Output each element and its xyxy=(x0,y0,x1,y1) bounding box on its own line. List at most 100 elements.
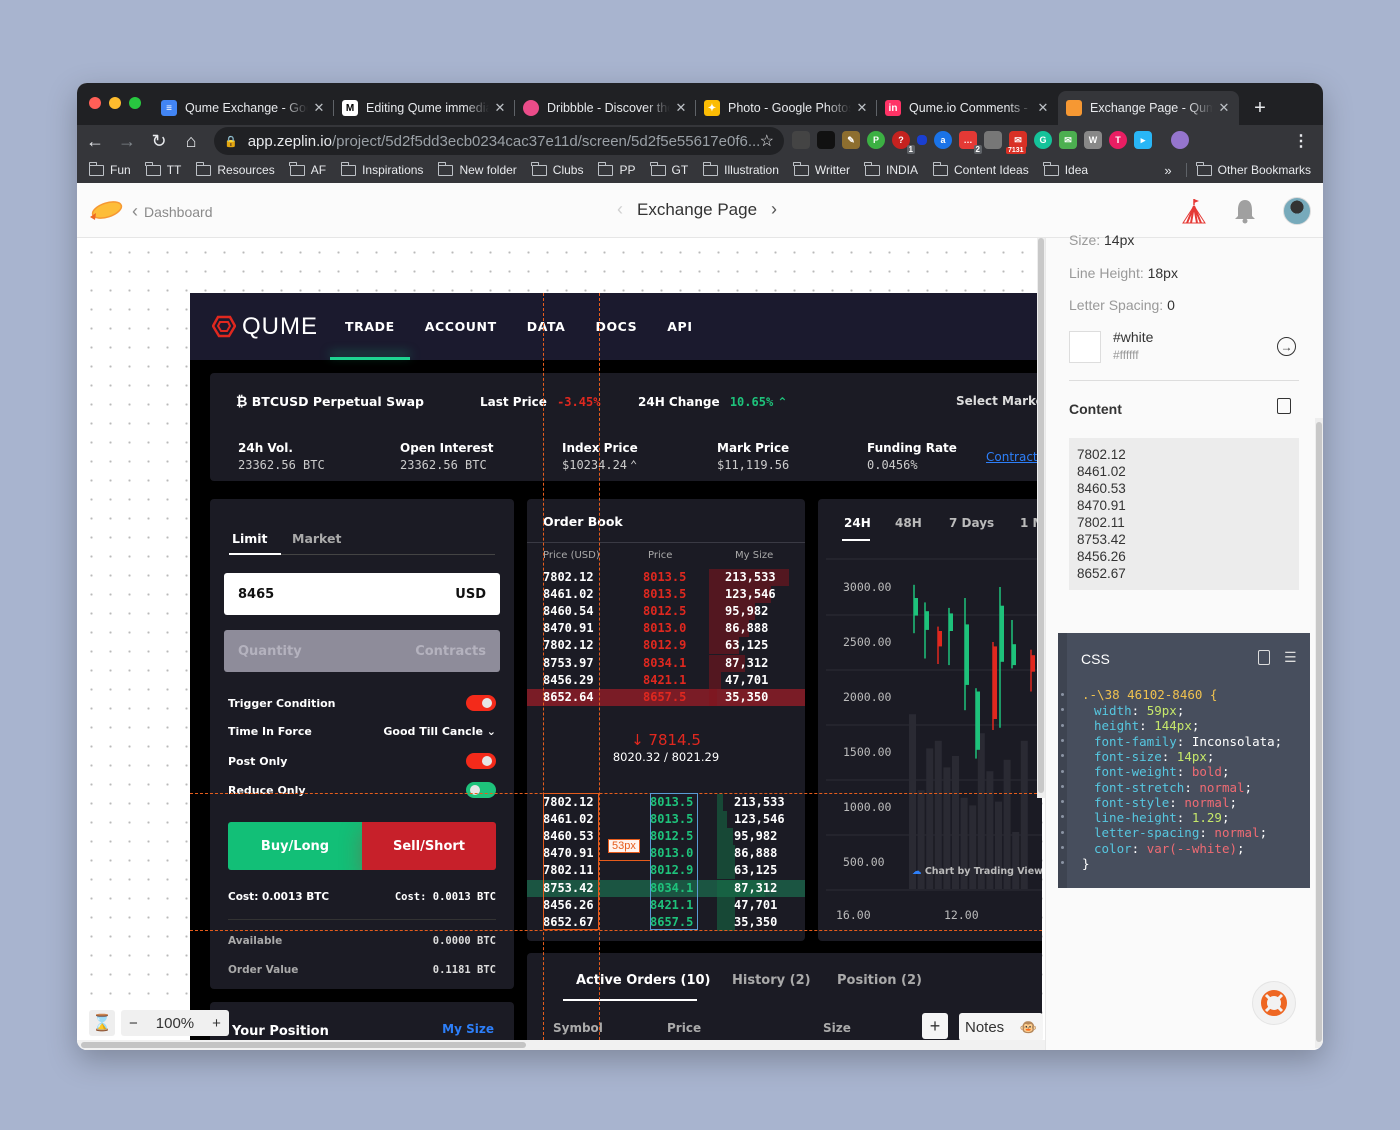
bookmark-folder[interactable]: INDIA xyxy=(864,161,918,177)
previous-screen-icon[interactable]: ‹ xyxy=(617,199,623,220)
bookmark-folder[interactable]: Idea xyxy=(1043,161,1088,177)
close-tab-icon[interactable]: ✕ xyxy=(1217,100,1231,116)
new-tab-button[interactable]: + xyxy=(1245,91,1275,125)
nav-item-data[interactable]: DATA xyxy=(512,293,581,360)
orders-tab-2[interactable]: Position (2) xyxy=(837,973,922,988)
next-screen-icon[interactable]: › xyxy=(771,199,777,220)
price-input[interactable]: 8465 USD xyxy=(224,573,500,615)
bookmark-folder[interactable]: Content Ideas xyxy=(932,161,1029,177)
quantity-input[interactable]: Quantity Contracts xyxy=(224,630,500,672)
extension-icon[interactable]: … 2 xyxy=(959,131,982,154)
mail-extension-icon[interactable]: ✉ 7131 xyxy=(1006,131,1027,154)
order-book-row[interactable]: 8460.54 8012.5 95,982 xyxy=(527,603,805,621)
nav-item-account[interactable]: ACCOUNT xyxy=(410,293,512,360)
tab-limit[interactable]: Limit xyxy=(232,531,268,546)
order-book-row[interactable]: 8456.29 8421.1 47,701 xyxy=(527,671,805,689)
close-tab-icon[interactable]: ✕ xyxy=(855,100,869,116)
grammarly-icon[interactable]: G xyxy=(1034,131,1052,149)
extension-icon[interactable]: ✎ xyxy=(842,131,860,149)
bell-icon[interactable] xyxy=(1233,198,1257,224)
extension-icon[interactable]: ? 1 xyxy=(892,131,915,154)
contract-info-link[interactable]: Contract Info xyxy=(986,450,1042,464)
extension-icon[interactable]: W xyxy=(1084,131,1102,149)
browser-tab[interactable]: Dribbble - Discover the ✕ xyxy=(515,91,696,125)
extension-icon[interactable]: a xyxy=(934,131,952,149)
orders-tab-0[interactable]: Active Orders (10) xyxy=(576,973,711,988)
notes-button[interactable]: Notes 🐵 xyxy=(959,1013,1043,1041)
nav-item-api[interactable]: API xyxy=(652,293,707,360)
browser-menu-icon[interactable]: ⋮ xyxy=(1293,131,1309,151)
extension-icon[interactable] xyxy=(792,131,810,149)
close-tab-icon[interactable]: ✕ xyxy=(493,100,507,116)
browser-tab[interactable]: ✦ Photo - Google Photos ✕ xyxy=(696,91,877,125)
buy-long-button[interactable]: Buy/Long xyxy=(228,822,362,870)
browser-tab[interactable]: ≡ Qume Exchange - Google Docs ✕ xyxy=(153,91,334,125)
nav-item-docs[interactable]: DOCS xyxy=(580,293,652,360)
bookmark-star-icon[interactable]: ☆ xyxy=(760,131,774,151)
extension-icon[interactable] xyxy=(817,131,835,149)
extension-icon[interactable] xyxy=(917,135,927,145)
bookmark-folder[interactable]: Clubs xyxy=(531,161,583,177)
bookmark-folder[interactable]: PP xyxy=(597,161,636,177)
content-box[interactable]: 7802.12 8461.02 8460.53 8470.91 7802.11 8753.… xyxy=(1069,438,1299,590)
css-settings-icon[interactable]: ☰ xyxy=(1284,650,1297,666)
bookmark-folder[interactable]: Inspirations xyxy=(340,161,423,177)
order-book-row[interactable]: 8470.91 8013.0 86,888 xyxy=(527,620,805,638)
address-bar[interactable]: 🔒 app.zeplin.io/project/5d2f5dd3ecb0234c… xyxy=(214,127,784,155)
order-book-row[interactable]: 7802.12 8013.5 213,533 xyxy=(527,569,805,586)
bookmark-folder[interactable]: TT xyxy=(145,161,181,177)
bookmark-folder[interactable]: New folder xyxy=(437,161,517,177)
sell-short-button[interactable]: Sell/Short xyxy=(362,822,496,870)
add-note-button[interactable]: + xyxy=(922,1013,948,1039)
extension-icon[interactable] xyxy=(984,131,1002,149)
reload-button[interactable]: ↻ xyxy=(145,127,173,155)
circus-tent-icon[interactable] xyxy=(1181,197,1207,225)
zeplin-logo[interactable] xyxy=(87,195,123,225)
more-bookmarks-button[interactable]: » xyxy=(1164,163,1171,178)
bookmark-folder[interactable]: AF xyxy=(289,161,326,177)
bookmark-folder[interactable]: Illustration xyxy=(702,161,779,177)
extension-icon[interactable]: T xyxy=(1109,131,1127,149)
home-button[interactable]: ⌂ xyxy=(177,127,205,155)
order-book-row[interactable]: 7802.12 8012.9 63,125 xyxy=(527,637,805,655)
copy-content-icon[interactable] xyxy=(1277,398,1291,414)
browser-tab[interactable]: M Editing Qume immediately ✕ xyxy=(334,91,515,125)
profile-avatar[interactable] xyxy=(1171,131,1189,149)
order-book-row[interactable]: 8753.97 8034.1 87,312 xyxy=(527,654,805,672)
horizontal-scrollbar[interactable] xyxy=(77,1040,1045,1050)
canvas-vertical-scrollbar[interactable] xyxy=(1037,238,1045,798)
maximize-window-button[interactable] xyxy=(129,97,141,109)
close-tab-icon[interactable]: ✕ xyxy=(1036,100,1050,116)
orders-tab-1[interactable]: History (2) xyxy=(732,973,811,988)
hourglass-icon[interactable]: ⌛ xyxy=(89,1010,115,1036)
post-only-toggle[interactable] xyxy=(466,753,496,769)
bookmark-folder[interactable]: Fun xyxy=(88,161,131,177)
tab-market[interactable]: Market xyxy=(292,531,341,546)
forward-button[interactable]: → xyxy=(113,127,141,155)
bookmark-folder[interactable]: Resources xyxy=(195,161,275,177)
select-market-button[interactable]: Select Market xyxy=(956,394,1042,408)
nav-item-trade[interactable]: TRADE xyxy=(330,293,410,360)
qume-design-artboard[interactable]: QUME TRADE ACCOUNT DATA DOCS API ₿ BTCUSD Pe… xyxy=(190,293,1042,1050)
my-size-link[interactable]: My Size xyxy=(442,1022,494,1036)
help-button[interactable] xyxy=(1252,981,1296,1025)
go-to-color-icon[interactable]: → xyxy=(1277,337,1296,356)
close-window-button[interactable] xyxy=(89,97,101,109)
time-in-force-select[interactable]: Good Till Cancle ⌄ xyxy=(383,725,496,738)
browser-tab[interactable]: in Qume.io Comments - InVision ✕ xyxy=(877,91,1058,125)
copy-css-icon[interactable] xyxy=(1258,650,1270,665)
order-book-row[interactable]: 8461.02 8013.5 123,546 xyxy=(527,586,805,604)
reduce-only-toggle[interactable] xyxy=(466,782,496,798)
zoom-in-button[interactable]: + xyxy=(212,1015,221,1032)
other-bookmarks[interactable]: Other Bookmarks xyxy=(1185,161,1311,177)
dashboard-back-link[interactable]: ‹ Dashboard xyxy=(132,201,213,222)
extension-icon[interactable]: ▸ xyxy=(1134,131,1152,149)
close-tab-icon[interactable]: ✕ xyxy=(674,100,688,116)
minimize-window-button[interactable] xyxy=(109,97,121,109)
user-avatar[interactable] xyxy=(1283,197,1311,225)
bookmark-folder[interactable]: GT xyxy=(650,161,688,177)
browser-tab[interactable]: Exchange Page - Qume ✕ xyxy=(1058,91,1239,125)
selected-layer-outline[interactable] xyxy=(543,793,599,930)
color-swatch[interactable] xyxy=(1069,331,1101,363)
design-canvas[interactable]: QUME TRADE ACCOUNT DATA DOCS API ₿ BTCUSD Pe… xyxy=(77,238,1045,1050)
